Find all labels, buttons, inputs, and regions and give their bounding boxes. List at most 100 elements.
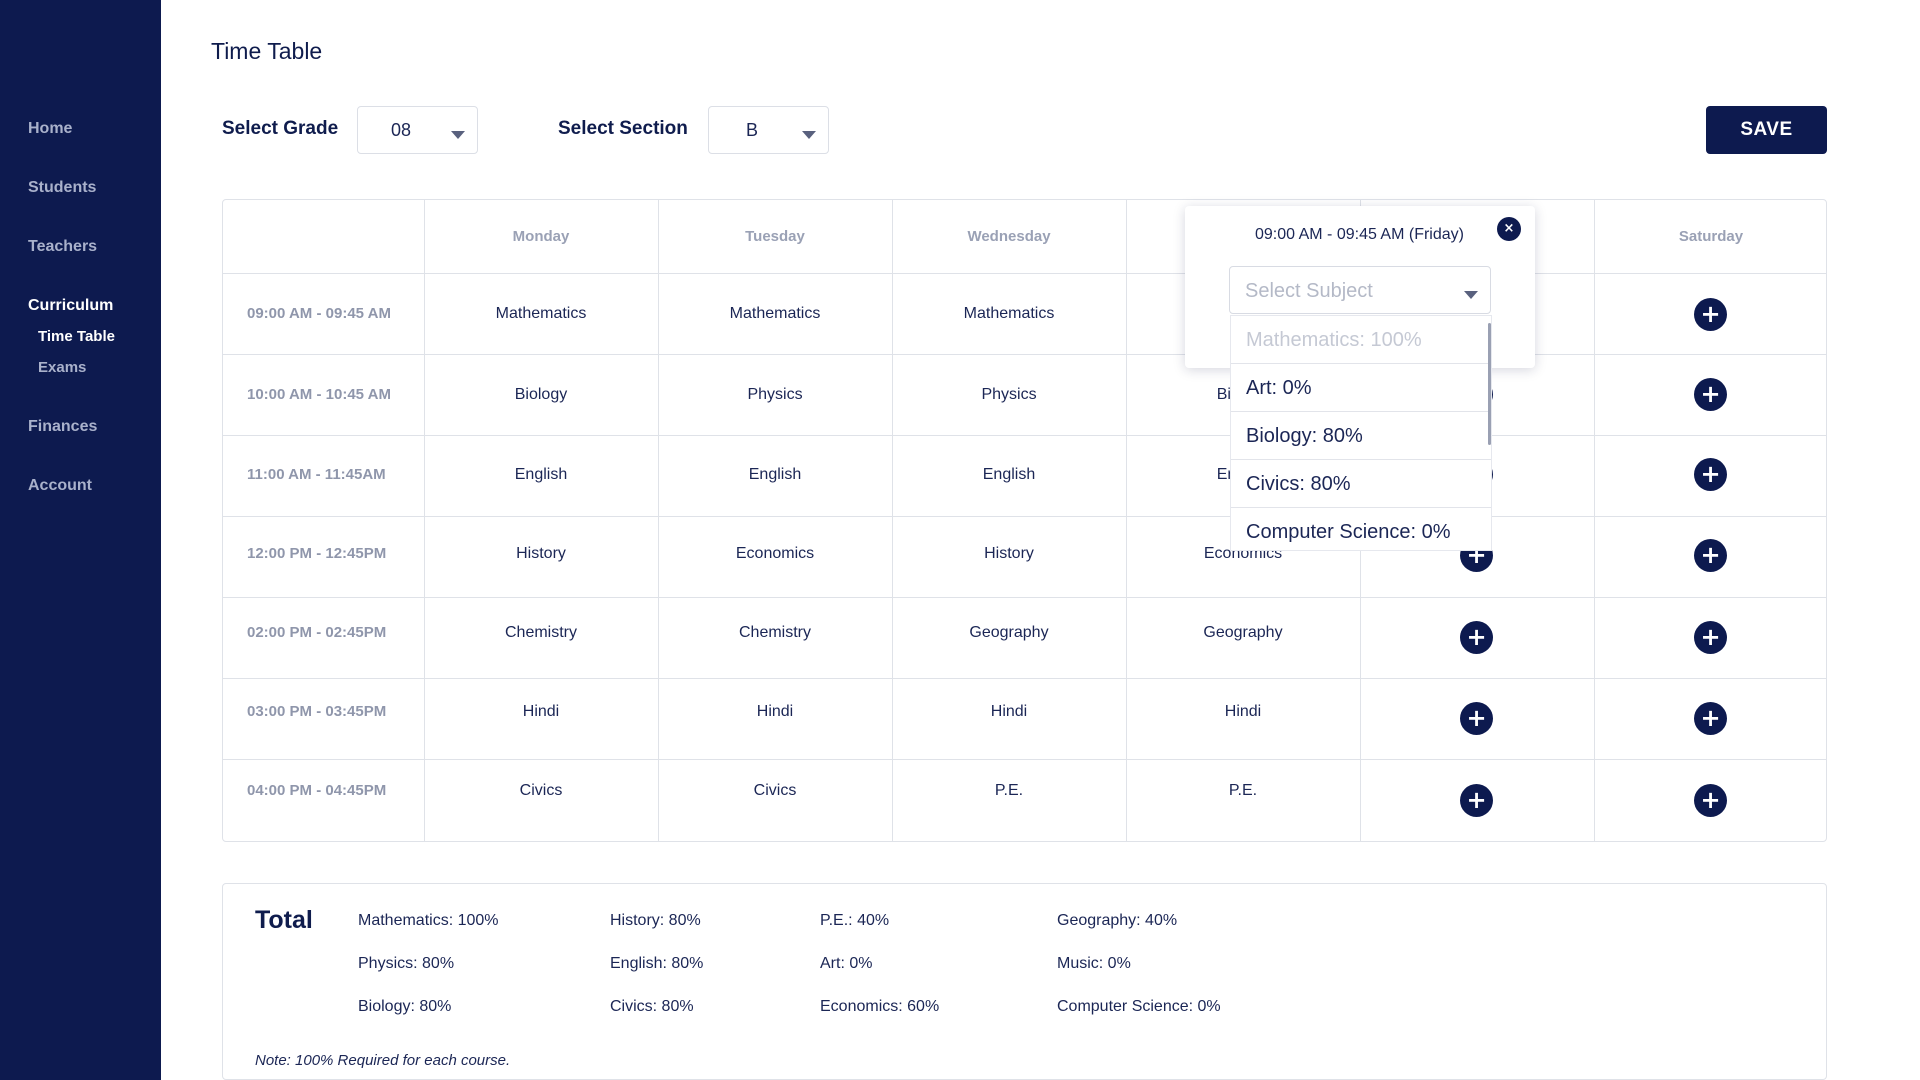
timetable-cell[interactable]: Biology [424, 386, 658, 404]
column-divider [892, 200, 893, 841]
row-divider [223, 273, 1826, 274]
row-divider [223, 516, 1826, 517]
totals-title: Total [255, 906, 313, 934]
timetable-cell[interactable]: Mathematics [424, 305, 658, 323]
page-title: Time Table [211, 38, 323, 64]
add-subject-button[interactable]: + [1694, 784, 1727, 817]
add-subject-button[interactable]: + [1460, 702, 1493, 735]
close-icon[interactable]: × [1497, 217, 1521, 241]
add-subject-button[interactable]: + [1460, 621, 1493, 654]
timetable-cell[interactable]: English [424, 466, 658, 484]
timetable-cell[interactable]: Physics [658, 386, 892, 404]
timetable-cell[interactable]: Mathematics [658, 305, 892, 323]
time-slot-label: 04:00 PM - 04:45PM [247, 782, 387, 799]
subject-option: Mathematics: 100% [1231, 316, 1491, 364]
day-header-monday: Monday [512, 228, 570, 245]
row-divider [223, 597, 1826, 598]
total-item: Mathematics: 100% [358, 912, 499, 929]
timetable-cell[interactable]: History [424, 545, 658, 563]
add-subject-button[interactable]: + [1694, 458, 1727, 491]
total-item: Civics: 80% [610, 998, 694, 1015]
time-slot-label: 12:00 PM - 12:45PM [247, 545, 387, 562]
day-header-wednesday: Wednesday [967, 228, 1051, 245]
add-subject-button[interactable]: + [1694, 539, 1727, 572]
sidebar-item-account[interactable]: Account [28, 477, 92, 495]
timetable-grid: Monday Tuesday Wednesday Thursday Friday… [222, 199, 1827, 842]
timetable-cell[interactable]: Civics [424, 782, 658, 800]
time-slot-label: 03:00 PM - 03:45PM [247, 703, 387, 720]
grade-label: Select Grade [222, 118, 339, 139]
total-item: Computer Science: 0% [1057, 998, 1221, 1015]
timetable-cell[interactable]: P.E. [892, 782, 1126, 800]
time-slot-label: 02:00 PM - 02:45PM [247, 624, 387, 641]
timetable-cell[interactable]: P.E. [1126, 782, 1360, 800]
total-item: Music: 0% [1057, 955, 1131, 972]
add-subject-button[interactable]: + [1460, 784, 1493, 817]
timetable-cell[interactable]: Civics [658, 782, 892, 800]
sidebar-subitem-exams[interactable]: Exams [38, 359, 86, 376]
save-button[interactable]: SAVE [1706, 106, 1827, 154]
chevron-down-icon [1464, 291, 1478, 299]
add-subject-button[interactable]: + [1694, 378, 1727, 411]
timetable-cell[interactable]: English [892, 466, 1126, 484]
timetable-cell[interactable]: English [658, 466, 892, 484]
time-slot-label: 10:00 AM - 10:45 AM [247, 386, 391, 403]
column-divider [1126, 200, 1127, 841]
dropdown-scrollbar[interactable] [1488, 323, 1491, 445]
add-subject-button[interactable]: + [1694, 298, 1727, 331]
timetable-cell[interactable]: Geography [892, 624, 1126, 642]
popup-title: 09:00 AM - 09:45 AM (Friday) [1255, 226, 1464, 243]
grade-value: 08 [390, 120, 412, 140]
subject-option[interactable]: Civics: 80% [1231, 460, 1491, 508]
chevron-down-icon [802, 131, 816, 139]
total-item: History: 80% [610, 912, 701, 929]
add-subject-button[interactable]: + [1694, 702, 1727, 735]
timetable-cell[interactable]: Hindi [1126, 703, 1360, 721]
timetable-cell[interactable]: Chemistry [424, 624, 658, 642]
subject-dropdown-list[interactable]: Mathematics: 100% Art: 0% Biology: 80% C… [1230, 315, 1492, 551]
sidebar-item-home[interactable]: Home [28, 120, 72, 138]
section-value: B [745, 120, 758, 140]
timetable-cell[interactable]: Physics [892, 386, 1126, 404]
subject-option[interactable]: Art: 0% [1231, 364, 1491, 412]
column-divider [1594, 200, 1595, 841]
timetable-cell[interactable]: Hindi [892, 703, 1126, 721]
row-divider [223, 435, 1826, 436]
subject-option[interactable]: Computer Science: 0% [1231, 508, 1491, 550]
timetable-cell[interactable]: Geography [1126, 624, 1360, 642]
add-subject-button[interactable]: + [1694, 621, 1727, 654]
sidebar-item-curriculum[interactable]: Curriculum [28, 297, 113, 315]
subject-select[interactable]: Select Subject [1229, 266, 1491, 314]
time-slot-label: 11:00 AM - 11:45AM [247, 466, 386, 483]
grade-select[interactable]: 08 [357, 106, 478, 154]
row-divider [223, 354, 1826, 355]
sidebar: Home Students Teachers Curriculum Time T… [0, 0, 161, 1080]
sidebar-item-teachers[interactable]: Teachers [28, 238, 97, 256]
row-divider [223, 759, 1826, 760]
section-label: Select Section [558, 118, 688, 139]
day-header-tuesday: Tuesday [745, 228, 805, 245]
timetable-cell[interactable]: Hindi [658, 703, 892, 721]
section-select[interactable]: B [708, 106, 829, 154]
sidebar-item-finances[interactable]: Finances [28, 418, 97, 436]
timetable-cell[interactable]: Mathematics [892, 305, 1126, 323]
timetable-cell[interactable]: Hindi [424, 703, 658, 721]
subject-select-placeholder: Select Subject [1245, 280, 1373, 302]
sidebar-item-students[interactable]: Students [28, 179, 96, 197]
totals-note: Note: 100% Required for each course. [255, 1052, 511, 1069]
timetable-cell[interactable]: History [892, 545, 1126, 563]
total-item: Biology: 80% [358, 998, 452, 1015]
timetable-cell[interactable]: Economics [658, 545, 892, 563]
totals-panel: Total Mathematics: 100% History: 80% P.E… [222, 883, 1827, 1080]
sidebar-subitem-time-table[interactable]: Time Table [38, 328, 115, 345]
total-item: English: 80% [610, 955, 704, 972]
total-item: Geography: 40% [1057, 912, 1178, 929]
column-divider [424, 200, 425, 841]
day-header-saturday: Saturday [1678, 228, 1744, 245]
timetable-cell[interactable]: Chemistry [658, 624, 892, 642]
chevron-down-icon [451, 131, 465, 139]
column-divider [658, 200, 659, 841]
total-item: Physics: 80% [358, 955, 455, 972]
subject-option[interactable]: Biology: 80% [1231, 412, 1491, 460]
row-divider [223, 678, 1826, 679]
